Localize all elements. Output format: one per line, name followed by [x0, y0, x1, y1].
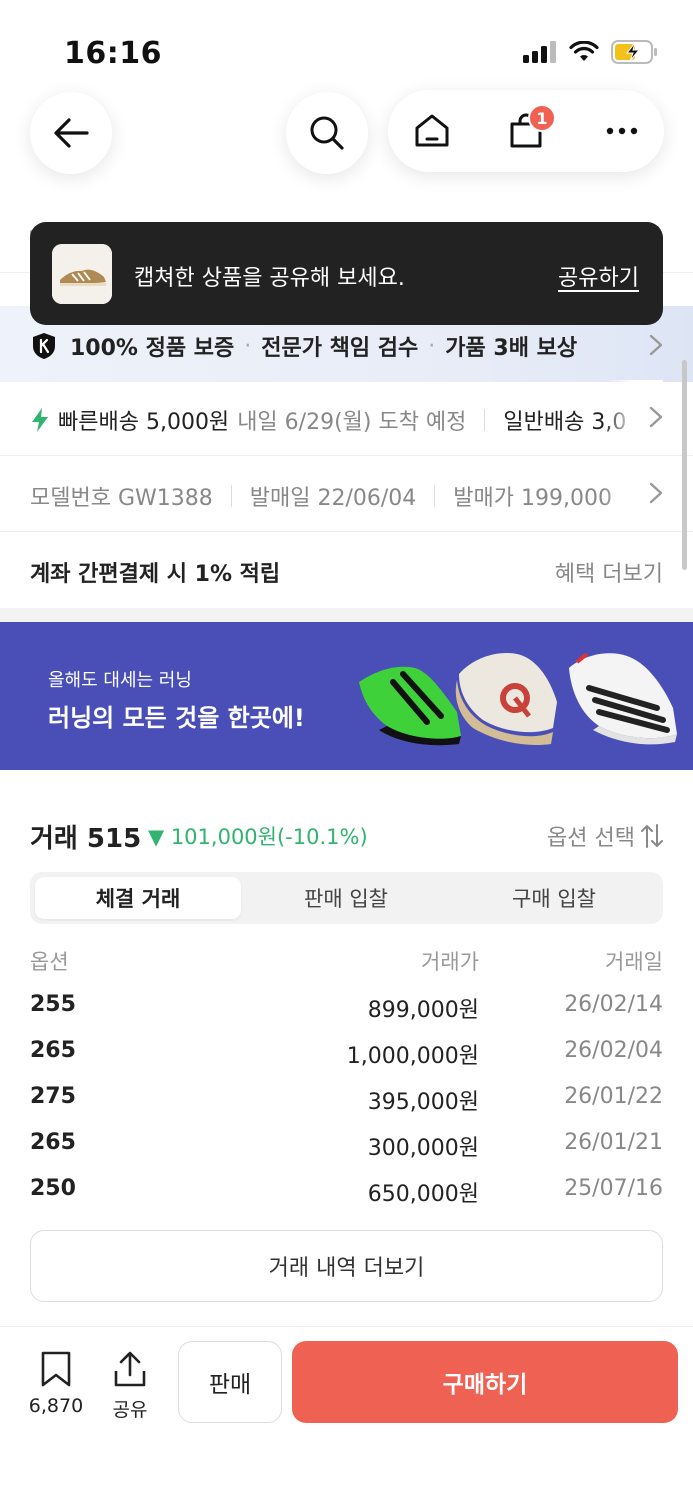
trade-table-header: 옵션 거래가 거래일 — [30, 946, 663, 976]
option-select-button[interactable]: 옵션 선택 — [547, 820, 663, 852]
scrollbar[interactable] — [682, 360, 687, 570]
search-icon — [310, 116, 344, 150]
trade-price: 300,000원 — [367, 1136, 479, 1161]
kream-shield-icon — [33, 333, 55, 359]
arrow-left-icon — [54, 118, 89, 148]
chevron-right-icon — [649, 334, 663, 356]
trade-price: 650,000원 — [367, 1182, 479, 1207]
share-toast: 캡쳐한 상품을 공유해 보세요. 공유하기 — [30, 222, 663, 325]
sell-button[interactable]: 판매 — [178, 1341, 282, 1423]
sneaker-image — [52, 244, 112, 304]
trade-date: 26/02/14 — [564, 992, 663, 1017]
wifi-icon — [569, 41, 599, 61]
bookmark-count: 6,870 — [28, 1395, 84, 1417]
benefit-more-link[interactable]: 혜택 더보기 — [555, 556, 663, 588]
trade-price: 395,000원 — [367, 1090, 479, 1115]
status-time: 16:16 — [64, 36, 162, 71]
share-icon — [114, 1351, 146, 1387]
nav-actions-pill: 1 — [388, 90, 664, 172]
top-navigation: 1 — [0, 90, 693, 180]
search-button[interactable] — [286, 92, 368, 174]
product-info-row[interactable]: 모델번호 GW1388 발매일 22/06/04 발매가 199,000 — [0, 456, 693, 532]
column-option: 옵션 — [30, 950, 69, 974]
table-row: 250 650,000원 25/07/16 — [30, 1176, 663, 1207]
section-divider — [0, 608, 693, 622]
home-icon — [415, 114, 449, 147]
tab-completed-trades[interactable]: 체결 거래 — [35, 877, 241, 919]
cart-button[interactable]: 1 — [486, 90, 566, 172]
trade-date: 26/01/21 — [564, 1130, 663, 1155]
tab-sell-bids[interactable]: 판매 입찰 — [242, 872, 450, 924]
buy-button[interactable]: 구매하기 — [292, 1341, 678, 1423]
signal-icon — [523, 41, 556, 63]
tab-buy-bids[interactable]: 구매 입찰 — [450, 872, 658, 924]
share-button[interactable]: 공유 — [104, 1351, 156, 1422]
lightning-icon — [32, 408, 48, 432]
table-row: 255 899,000원 26/02/14 — [30, 992, 663, 1023]
fast-shipping-price: 빠른배송 5,000원 — [58, 410, 230, 435]
column-price: 거래가 — [421, 950, 479, 974]
trade-date: 25/07/16 — [564, 1176, 663, 1201]
separator-dot: · — [244, 333, 252, 359]
trade-option: 250 — [30, 1176, 76, 1201]
divider — [434, 485, 436, 507]
trade-option: 265 — [30, 1130, 76, 1155]
sort-arrows-icon — [641, 824, 663, 848]
back-button[interactable] — [30, 92, 112, 174]
trade-option: 275 — [30, 1084, 76, 1109]
release-price: 발매가 199,000 — [453, 486, 612, 511]
guarantee-items: 100% 정품 보증 · 전문가 책임 검수 · 가품 3배 보상 — [70, 330, 577, 362]
trade-price: 899,000원 — [367, 998, 479, 1023]
option-select-label: 옵션 선택 — [547, 826, 635, 851]
trade-option: 255 — [30, 992, 76, 1017]
divider — [230, 485, 232, 507]
fast-shipping-eta: 내일 6/29(월) 도착 예정 — [237, 410, 467, 435]
cart-count-badge: 1 — [528, 104, 556, 132]
banner-subtitle: 올해도 대세는 러닝 — [48, 670, 192, 691]
chevron-right-icon — [649, 482, 663, 504]
share-label: 공유 — [112, 1399, 148, 1421]
bookmark-icon — [41, 1351, 71, 1387]
separator-dot: · — [428, 333, 436, 359]
model-number: 모델번호 GW1388 — [30, 486, 213, 511]
status-bar: 16:16 — [0, 0, 693, 100]
toast-message: 캡쳐한 상품을 공유해 보세요. — [134, 266, 405, 291]
guarantee-item: 전문가 책임 검수 — [261, 336, 419, 361]
trade-option: 265 — [30, 1038, 76, 1063]
table-row: 265 1,000,000원 26/02/04 — [30, 1038, 663, 1069]
price-change: ▼ 101,000원(-10.1%) — [148, 825, 368, 849]
shipping-info: 빠른배송 5,000원 내일 6/29(월) 도착 예정 일반배송 3,0 — [30, 404, 626, 436]
bottom-action-bar: 6,870 공유 판매 구매하기 — [0, 1326, 693, 1500]
benefit-row: 계좌 간편결제 시 1% 적립 혜택 더보기 — [0, 532, 693, 608]
more-dots-icon — [606, 127, 638, 135]
trade-tabs: 체결 거래 판매 입찰 구매 입찰 — [30, 872, 663, 924]
more-button[interactable] — [582, 90, 662, 172]
guarantee-item: 100% 정품 보증 — [70, 336, 235, 361]
release-date: 발매일 22/06/04 — [249, 486, 417, 511]
guarantee-item: 가품 3배 보상 — [445, 336, 578, 361]
trade-count-title: 거래 515 — [30, 824, 142, 854]
home-button[interactable] — [392, 90, 472, 172]
table-row: 265 300,000원 26/01/21 — [30, 1130, 663, 1161]
bookmark-button[interactable]: 6,870 — [24, 1351, 88, 1417]
product-thumbnail — [52, 244, 112, 304]
trade-date: 26/01/22 — [564, 1084, 663, 1109]
battery-icon — [611, 40, 657, 64]
running-shoes-image — [359, 652, 677, 746]
trade-price: 1,000,000원 — [346, 1044, 479, 1069]
toast-share-link[interactable]: 공유하기 — [558, 260, 639, 292]
benefit-label: 계좌 간편결제 시 1% 적립 — [30, 562, 281, 587]
divider — [484, 409, 486, 431]
trade-history-more-button[interactable]: 거래 내역 더보기 — [30, 1230, 663, 1302]
column-date: 거래일 — [605, 950, 663, 974]
table-row: 275 395,000원 26/01/22 — [30, 1084, 663, 1115]
product-info: 모델번호 GW1388 발매일 22/06/04 발매가 199,000 — [30, 480, 612, 512]
banner-title: 러닝의 모든 것을 한곳에! — [48, 704, 305, 732]
trade-date: 26/02/04 — [564, 1038, 663, 1063]
trade-header: 거래 515 ▼ 101,000원(-10.1%) 옵션 선택 — [30, 818, 663, 854]
status-icons — [523, 40, 659, 64]
running-promo-banner[interactable]: 올해도 대세는 러닝 러닝의 모든 것을 한곳에! — [0, 622, 693, 770]
chevron-right-icon — [649, 406, 663, 428]
shipping-row[interactable]: 빠른배송 5,000원 내일 6/29(월) 도착 예정 일반배송 3,0 — [0, 380, 693, 456]
